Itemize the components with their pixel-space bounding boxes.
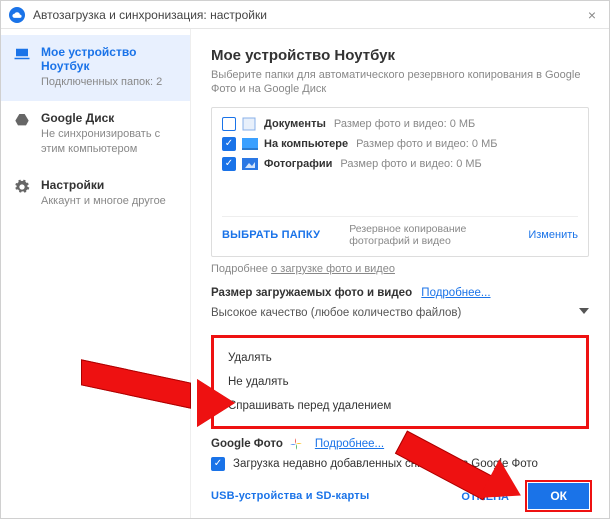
sidebar-item-sublabel: Аккаунт и многое другое xyxy=(41,194,166,208)
checkbox[interactable] xyxy=(222,157,236,171)
quality-value: Высокое качество (любое количество файло… xyxy=(211,307,461,319)
folder-name: Фотографии xyxy=(264,158,332,170)
folder-row[interactable]: На компьютере Размер фото и видео: 0 МБ xyxy=(222,134,578,154)
sidebar: Мое устройство Ноутбук Подключенных папо… xyxy=(1,29,191,518)
folder-meta: Размер фото и видео: 0 МБ xyxy=(334,118,475,130)
sidebar-item-drive[interactable]: Google Диск Не синхронизировать с этим к… xyxy=(1,101,190,168)
folders-footer: ВЫБРАТЬ ПАПКУ Резервное копирование фото… xyxy=(222,216,578,248)
folder-icon xyxy=(242,117,258,131)
folder-name: Документы xyxy=(264,118,326,130)
delete-option[interactable]: Удалять xyxy=(228,346,572,370)
settings-window: Автозагрузка и синхронизация: настройки … xyxy=(0,0,610,519)
checkbox[interactable] xyxy=(211,457,225,471)
app-cloud-icon xyxy=(9,7,25,23)
desktop-icon xyxy=(242,137,258,151)
window-body: Мое устройство Ноутбук Подключенных папо… xyxy=(1,29,609,518)
sidebar-item-device[interactable]: Мое устройство Ноутбук Подключенных папо… xyxy=(1,35,190,101)
folder-meta: Размер фото и видео: 0 МБ xyxy=(356,138,497,150)
gear-icon xyxy=(13,178,31,196)
page-subtitle: Выберите папки для автоматического резер… xyxy=(211,68,589,97)
delete-options-box: Удалять Не удалять Спрашивать перед удал… xyxy=(211,335,589,429)
folder-row[interactable]: Фотографии Размер фото и видео: 0 МБ xyxy=(222,154,578,174)
google-photos-icon xyxy=(289,437,303,451)
gp-upload-label: Загрузка недавно добавленных снимков и в… xyxy=(233,458,538,470)
sidebar-item-sublabel: Подключенных папок: 2 xyxy=(41,75,178,89)
choose-folder-button[interactable]: ВЫБРАТЬ ПАПКУ xyxy=(222,229,320,241)
chevron-down-icon xyxy=(579,308,589,318)
checkbox[interactable] xyxy=(222,117,236,131)
folder-meta: Размер фото и видео: 0 МБ xyxy=(340,158,481,170)
laptop-icon xyxy=(13,45,31,63)
titlebar: Автозагрузка и синхронизация: настройки … xyxy=(1,1,609,29)
delete-option[interactable]: Спрашивать перед удалением xyxy=(228,394,572,418)
folders-box: Документы Размер фото и видео: 0 МБ На к… xyxy=(211,107,589,257)
sidebar-item-label: Google Диск xyxy=(41,111,178,125)
folder-row[interactable]: Документы Размер фото и видео: 0 МБ xyxy=(222,114,578,134)
sidebar-item-label: Настройки xyxy=(41,178,166,192)
gp-upload-row[interactable]: Загрузка недавно добавленных снимков и в… xyxy=(211,457,589,471)
backup-caption: Резервное копирование фотографий и видео xyxy=(349,223,499,248)
bottom-row: USB-устройства и SD-карты ОТМЕНА ОК xyxy=(211,483,589,509)
size-more-link[interactable]: Подробнее... xyxy=(421,287,490,299)
main-panel: Мое устройство Ноутбук Выберите папки дл… xyxy=(191,29,609,518)
folder-name: На компьютере xyxy=(264,138,348,150)
page-title: Мое устройство Ноутбук xyxy=(211,47,589,64)
size-section-title: Размер загружаемых фото и видео Подробне… xyxy=(211,287,589,299)
sidebar-item-sublabel: Не синхронизировать с этим компьютером xyxy=(41,127,178,156)
quality-dropdown[interactable]: Высокое качество (любое количество файло… xyxy=(211,303,589,329)
change-link[interactable]: Изменить xyxy=(528,229,578,241)
learn-more-line: Подробнее о загрузке фото и видео xyxy=(211,263,589,275)
learn-more-link[interactable]: о загрузке фото и видео xyxy=(271,263,395,275)
sidebar-item-label: Мое устройство Ноутбук xyxy=(41,45,178,73)
ok-button[interactable]: ОК xyxy=(528,483,589,509)
gp-more-link[interactable]: Подробнее... xyxy=(315,438,384,450)
usb-sd-link[interactable]: USB-устройства и SD-карты xyxy=(211,490,369,502)
google-photos-section: Google Фото Подробнее... xyxy=(211,437,589,451)
google-drive-icon xyxy=(13,111,31,129)
photos-icon xyxy=(242,157,258,171)
cancel-button[interactable]: ОТМЕНА xyxy=(461,491,509,503)
sidebar-item-settings[interactable]: Настройки Аккаунт и многое другое xyxy=(1,168,190,220)
checkbox[interactable] xyxy=(222,137,236,151)
window-title: Автозагрузка и синхронизация: настройки xyxy=(33,8,583,22)
delete-option[interactable]: Не удалять xyxy=(228,370,572,394)
close-icon[interactable]: × xyxy=(583,7,601,23)
